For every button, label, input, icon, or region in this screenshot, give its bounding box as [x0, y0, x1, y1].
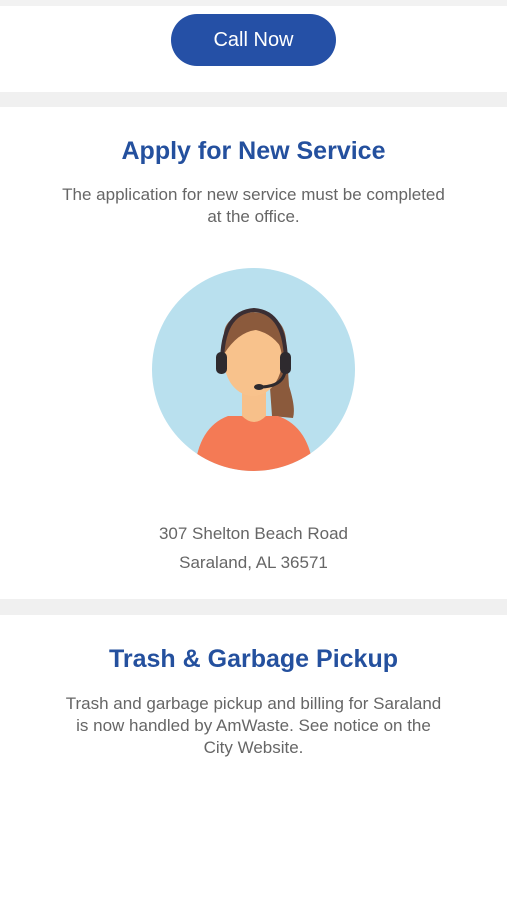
address-city: Saraland, AL 36571	[179, 553, 328, 572]
trash-title: Trash & Garbage Pickup	[109, 645, 398, 673]
address-street: 307 Shelton Beach Road	[158, 524, 349, 543]
top-divider	[0, 0, 507, 6]
call-now-button[interactable]: Call Now	[171, 14, 336, 66]
section-divider	[0, 599, 507, 615]
section-divider	[0, 92, 507, 107]
apply-description: The application for new service must be …	[62, 185, 445, 226]
page: Call Now Apply for New Service The appli…	[0, 0, 507, 900]
trash-description: Trash and garbage pickup and billing for…	[65, 694, 442, 757]
apply-title: Apply for New Service	[121, 137, 386, 165]
support-agent-headset-icon	[152, 268, 355, 471]
